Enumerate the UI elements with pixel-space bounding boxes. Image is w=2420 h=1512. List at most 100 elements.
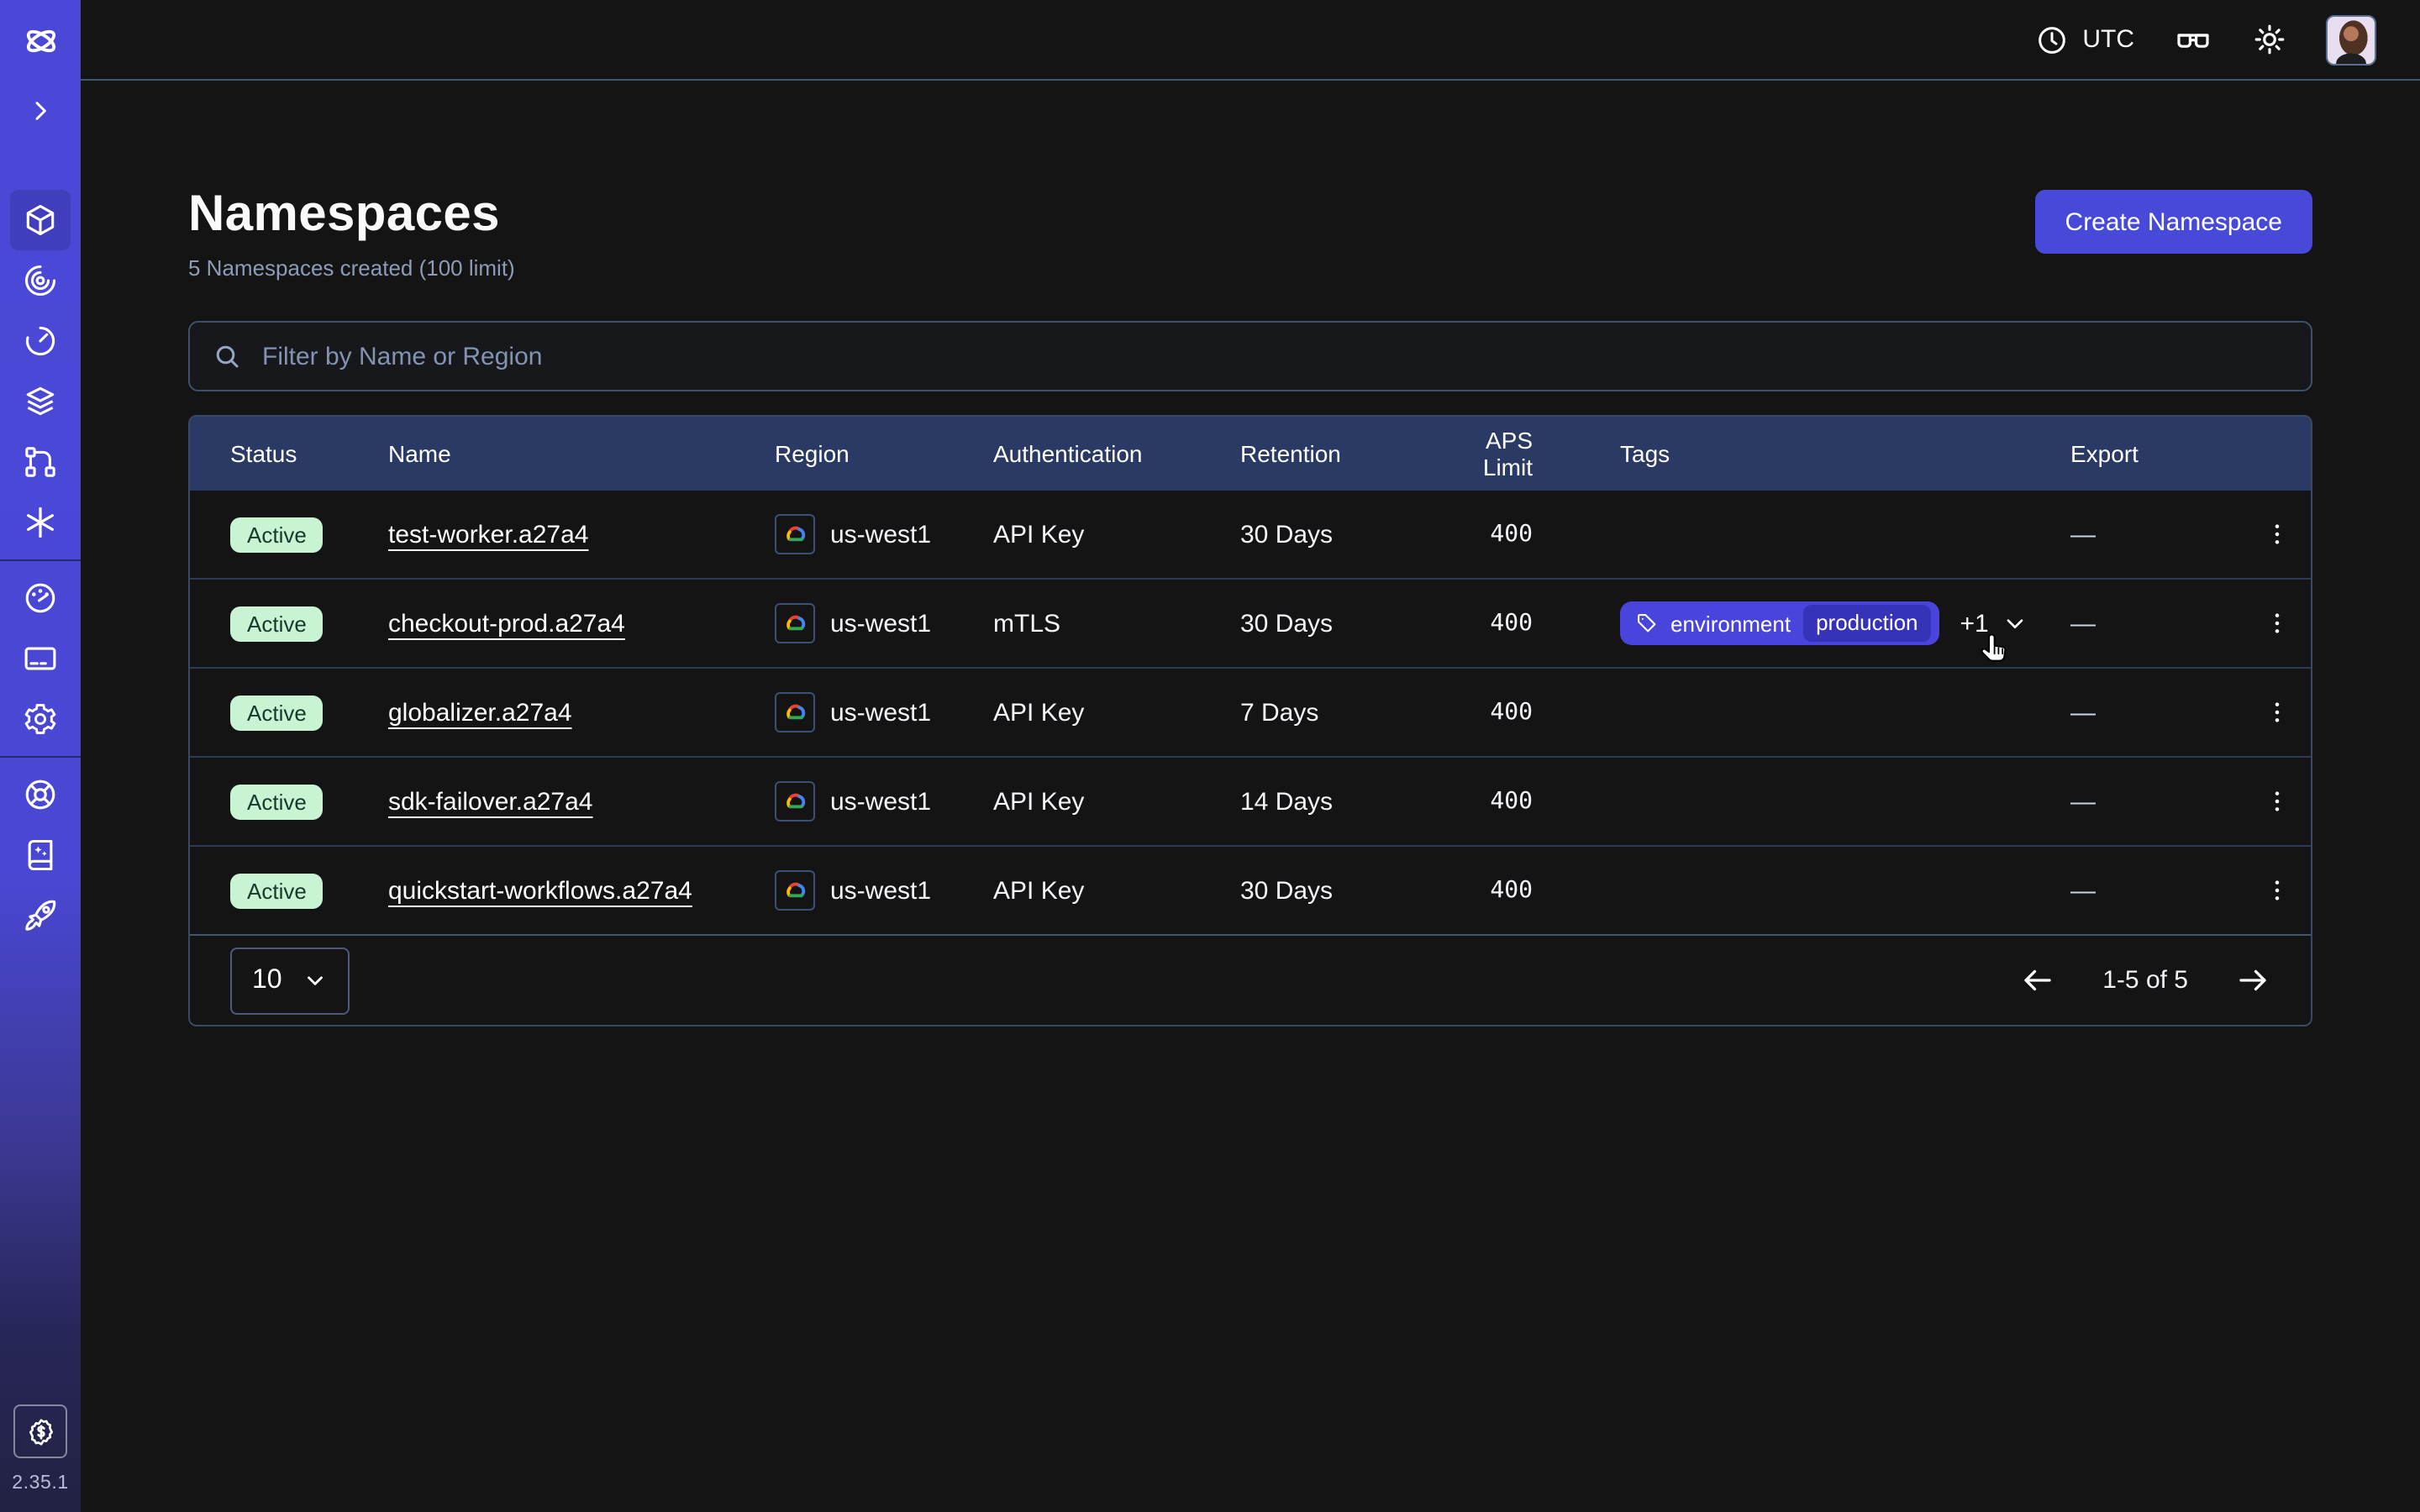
namespace-link[interactable]: test-worker.a27a4 <box>388 520 588 549</box>
table-footer: 10 1-5 of 5 <box>190 934 2311 1025</box>
retention-value: 30 Days <box>1240 876 1432 905</box>
col-retention: Retention <box>1240 440 1432 467</box>
topbar: UTC <box>81 0 2420 81</box>
gauge-icon <box>10 568 71 628</box>
sidebar-item-workflows[interactable] <box>0 250 81 311</box>
table-row: Active checkout-prod.a27a4 us-west1 mTLS <box>190 578 2311 667</box>
export-value: — <box>2070 609 2238 638</box>
row-actions-menu[interactable] <box>2238 699 2312 726</box>
export-value: — <box>2070 698 2238 727</box>
gear-icon <box>10 689 71 749</box>
region-label: us-west1 <box>830 698 931 727</box>
google-cloud-icon <box>775 692 815 732</box>
page-subtitle: 5 Namespaces created (100 limit) <box>188 255 515 281</box>
tag-chip[interactable]: environment production <box>1620 601 1940 645</box>
sidebar-item-layers[interactable] <box>0 371 81 432</box>
retention-value: 30 Days <box>1240 520 1432 549</box>
auth-value: mTLS <box>993 609 1240 638</box>
row-actions-menu[interactable] <box>2238 521 2312 548</box>
sidebar-expand-button[interactable] <box>0 81 81 141</box>
col-aps-limit: APS Limit <box>1432 427 1533 480</box>
tags-expand-button[interactable]: +1 <box>1960 609 2029 638</box>
table-row: Active quickstart-workflows.a27a4 us-wes… <box>190 845 2311 934</box>
namespace-link[interactable]: quickstart-workflows.a27a4 <box>388 876 692 905</box>
namespace-link[interactable]: sdk-failover.a27a4 <box>388 787 593 816</box>
status-badge: Active <box>230 695 324 730</box>
glasses-icon <box>2173 19 2213 60</box>
user-avatar[interactable] <box>2326 14 2376 65</box>
google-cloud-icon <box>775 603 815 643</box>
sidebar-divider <box>0 559 81 561</box>
sidebar-item-usage[interactable] <box>0 568 81 628</box>
sidebar-item-getting-started[interactable] <box>0 885 81 946</box>
aps-limit-value: 400 <box>1432 521 1533 548</box>
sidebar-item-settings[interactable] <box>0 689 81 749</box>
col-name: Name <box>388 440 775 467</box>
status-badge: Active <box>230 784 324 819</box>
sun-icon <box>2252 22 2287 57</box>
col-region: Region <box>775 440 993 467</box>
pagination: 1-5 of 5 <box>2020 963 2270 998</box>
aps-limit-value: 400 <box>1432 877 1533 904</box>
region-label: us-west1 <box>830 609 931 638</box>
pipeline-branch-icon <box>10 432 71 492</box>
credit-card-icon <box>10 628 71 689</box>
chevron-down-icon <box>302 968 328 993</box>
sidebar: 2.35.1 <box>0 0 81 1512</box>
pricing-button[interactable] <box>13 1404 67 1458</box>
lifebuoy-icon <box>10 764 71 825</box>
search-icon <box>212 341 242 371</box>
timezone-label: UTC <box>2082 25 2134 54</box>
table-row: Active globalizer.a27a4 us-west1 API Key <box>190 667 2311 756</box>
page-size-select[interactable]: 10 <box>230 947 350 1014</box>
filter-input[interactable] <box>259 340 2289 372</box>
timezone-selector[interactable]: UTC <box>2035 23 2134 56</box>
rocket-icon <box>10 885 71 946</box>
auth-value: API Key <box>993 876 1240 905</box>
temporal-logo-icon[interactable] <box>21 0 60 81</box>
sidebar-item-deployments[interactable] <box>0 432 81 492</box>
theme-toggle-button[interactable] <box>2252 22 2287 57</box>
tags-more-count: +1 <box>1960 609 1989 638</box>
tag-key: environment <box>1670 611 1791 636</box>
spiral-scope-icon <box>10 250 71 311</box>
aps-limit-value: 400 <box>1432 788 1533 815</box>
sidebar-item-namespaces[interactable] <box>0 190 81 250</box>
aps-limit-value: 400 <box>1432 699 1533 726</box>
tag-value: production <box>1802 605 1931 641</box>
sidebar-item-billing[interactable] <box>0 628 81 689</box>
region-label: us-west1 <box>830 520 931 549</box>
row-actions-menu[interactable] <box>2238 610 2312 637</box>
namespace-link[interactable]: checkout-prod.a27a4 <box>388 609 625 638</box>
auth-value: API Key <box>993 520 1240 549</box>
sidebar-item-nexus[interactable] <box>0 492 81 553</box>
sidebar-item-support[interactable] <box>0 764 81 825</box>
namespace-link[interactable]: globalizer.a27a4 <box>388 698 572 727</box>
google-cloud-icon <box>775 781 815 822</box>
auth-value: API Key <box>993 698 1240 727</box>
row-actions-menu[interactable] <box>2238 877 2312 904</box>
asterisk-icon <box>10 492 71 553</box>
namespaces-table: Status Name Region Authentication Retent… <box>188 415 2312 1026</box>
prev-page-button[interactable] <box>2020 963 2055 998</box>
next-page-button[interactable] <box>2235 963 2270 998</box>
page-title: Namespaces <box>188 186 515 244</box>
region-label: us-west1 <box>830 876 931 905</box>
sidebar-item-docs[interactable] <box>0 825 81 885</box>
sidebar-divider <box>0 756 81 758</box>
auth-value: API Key <box>993 787 1240 816</box>
cube-icon <box>10 190 71 250</box>
glasses-button[interactable] <box>2173 19 2213 60</box>
tag-icon <box>1635 612 1659 635</box>
aps-limit-value: 400 <box>1432 610 1533 637</box>
row-actions-menu[interactable] <box>2238 788 2312 815</box>
status-badge: Active <box>230 517 324 552</box>
retention-value: 7 Days <box>1240 698 1432 727</box>
region-label: us-west1 <box>830 787 931 816</box>
version-label: 2.35.1 <box>12 1473 69 1494</box>
sidebar-item-schedules[interactable] <box>0 311 81 371</box>
table-header-row: Status Name Region Authentication Retent… <box>190 417 2311 491</box>
tags-cell: environment production +1 <box>1533 601 2070 645</box>
app-viewport: 2.35.1 UTC <box>0 0 2420 1512</box>
create-namespace-button[interactable]: Create Namespace <box>2035 190 2312 254</box>
